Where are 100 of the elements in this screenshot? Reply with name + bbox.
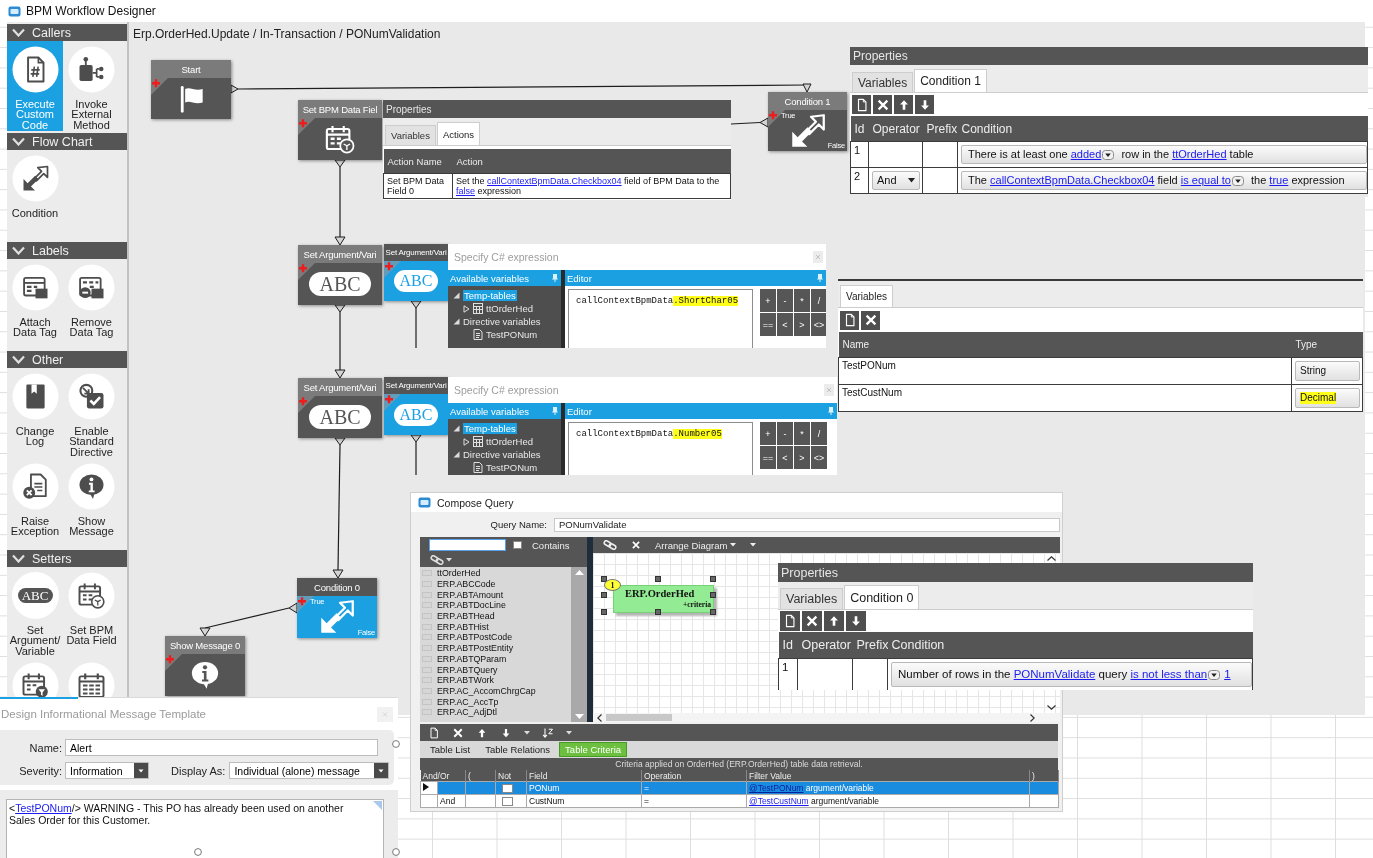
operator-button[interactable]: <>: [811, 313, 826, 336]
section-header[interactable]: Other: [7, 351, 127, 368]
delete-icon[interactable]: [452, 726, 464, 739]
up-arrow-icon[interactable]: [476, 726, 488, 739]
dropdown-icon[interactable]: [1208, 669, 1221, 680]
list-item[interactable]: ttOrderHed: [420, 568, 571, 579]
link[interactable]: is not less than: [1130, 668, 1208, 680]
operator-button[interactable]: /: [811, 289, 826, 312]
link[interactable]: is equal to: [1180, 174, 1231, 186]
link[interactable]: TestPONum: [15, 802, 72, 814]
new-button[interactable]: [852, 95, 871, 114]
operator-button[interactable]: +: [760, 422, 776, 445]
caret-icon[interactable]: [566, 730, 572, 735]
link[interactable]: @TestCustNum: [749, 796, 809, 806]
checkbox[interactable]: [502, 784, 513, 794]
tree-item[interactable]: TestPONum: [448, 461, 561, 474]
tab[interactable]: Variables: [780, 588, 844, 609]
operator-button[interactable]: -: [777, 422, 793, 445]
code-editor[interactable]: callContextBpmData.ShortChar05: [568, 289, 753, 348]
query-name-field[interactable]: PONumValidate: [554, 517, 1060, 532]
list-item[interactable]: ERP.AC_AccomChrgCap: [420, 685, 571, 697]
operator-button[interactable]: >: [794, 446, 810, 469]
checkbox[interactable]: [513, 541, 522, 549]
tab[interactable]: Table Relations: [479, 742, 557, 757]
tree-item[interactable]: Directive variables: [448, 448, 561, 461]
tab[interactable]: Variables: [852, 72, 914, 92]
section-header[interactable]: Setters: [7, 550, 127, 567]
palette-item[interactable]: Enable Standard Directive: [63, 368, 120, 458]
arrange-diagram-button[interactable]: Arrange Diagram: [655, 539, 737, 551]
type-dropdown[interactable]: Decimal: [1295, 388, 1360, 408]
flow-node[interactable]: Start: [151, 60, 231, 119]
section-header[interactable]: Callers: [7, 24, 127, 41]
list-item[interactable]: ERP.ABTPostEntity: [420, 642, 571, 654]
list-item[interactable]: ERP.ABTQuery: [420, 664, 571, 675]
dropdown[interactable]: Individual (alone) message: [229, 762, 390, 779]
tab[interactable]: Actions: [436, 122, 481, 145]
criteria-row[interactable]: PONum = @TestPONum argument/variable: [420, 781, 1059, 795]
delete-button[interactable]: [802, 611, 822, 631]
scroll-down-icon[interactable]: [1047, 705, 1056, 710]
tab[interactable]: Variables: [385, 125, 436, 145]
checkbox[interactable]: [502, 797, 513, 807]
dropdown-icon[interactable]: [1102, 150, 1115, 161]
tree-item[interactable]: ttOrderHed: [448, 435, 561, 448]
flow-node[interactable]: Set Argument/Vari ABC: [384, 377, 448, 435]
operator-button[interactable]: ==: [760, 446, 776, 469]
link[interactable]: 1: [1224, 668, 1231, 680]
condition-text[interactable]: There is at least one added row in the ttOrderHed table: [961, 145, 1367, 164]
search-field[interactable]: [429, 539, 506, 551]
operator-button[interactable]: /: [811, 422, 827, 445]
message-text-area[interactable]: <TestPONum/> WARNING - This PO has already been used on another Sales Order for this Customer.: [6, 799, 384, 858]
operator-button[interactable]: >: [794, 313, 810, 336]
delete-button[interactable]: [873, 95, 892, 114]
tab[interactable]: Variables: [840, 285, 893, 307]
operator-button[interactable]: <>: [811, 446, 827, 469]
move-up-button[interactable]: [894, 95, 913, 114]
dropdown[interactable]: Information: [65, 762, 149, 779]
new-button[interactable]: [780, 611, 800, 631]
palette-item[interactable]: Remove Data Tag: [63, 259, 120, 349]
type-dropdown[interactable]: String: [1295, 361, 1360, 381]
criteria-row[interactable]: And CustNum = @TestCustNum argument/variable: [420, 794, 1059, 808]
list-item[interactable]: ERP.ABTAmount: [420, 589, 571, 601]
list-item[interactable]: ERP.ABTQParam: [420, 653, 571, 665]
tab[interactable]: Table List: [424, 742, 477, 757]
palette-item[interactable]: Show Message: [63, 458, 120, 548]
new-button[interactable]: [840, 310, 859, 330]
palette-item[interactable]: Change Log: [7, 368, 63, 458]
tree-item[interactable]: Directive variables: [448, 315, 561, 328]
flow-node[interactable]: Set Argument/Vari ABC: [298, 245, 382, 305]
operator-button[interactable]: +: [760, 289, 776, 312]
palette-item[interactable]: Attach Data Tag: [7, 259, 63, 349]
resize-handle-icon[interactable]: [194, 848, 202, 856]
flow-node[interactable]: Show Message 0: [165, 636, 245, 696]
caret-icon[interactable]: [524, 730, 530, 735]
text-field[interactable]: Alert: [65, 739, 378, 756]
link[interactable]: callContextBpmData.Checkbox04: [990, 174, 1155, 186]
move-up-button[interactable]: [824, 611, 844, 631]
link[interactable]: callContextBpmData.Checkbox04: [487, 176, 622, 186]
tree-item[interactable]: TestPONum: [448, 328, 561, 341]
dropdown-icon[interactable]: [1231, 176, 1244, 187]
tab[interactable]: Condition 1: [914, 69, 987, 92]
condition-text[interactable]: The callContextBpmData.Checkbox04 field is equal to the true expression: [961, 171, 1367, 190]
operator-button[interactable]: <: [777, 446, 793, 469]
link[interactable]: @TestPONum: [749, 783, 804, 793]
delete-icon[interactable]: [631, 540, 641, 550]
operator-button[interactable]: ==: [760, 313, 776, 336]
link[interactable]: true: [1269, 174, 1289, 186]
palette-item[interactable]: Raise Exception: [7, 458, 63, 548]
link[interactable]: ttOrderHed: [1172, 148, 1227, 160]
down-arrow-icon[interactable]: [500, 726, 512, 739]
chain-link-icon[interactable]: [603, 540, 617, 550]
sort-icon[interactable]: [542, 726, 554, 739]
operator-button[interactable]: -: [777, 289, 793, 312]
list-item[interactable]: ERP.ABTPostCode: [420, 632, 571, 643]
delete-button[interactable]: [861, 310, 880, 330]
list-item[interactable]: ERP.ABCCode: [420, 578, 571, 590]
section-header[interactable]: Flow Chart: [7, 133, 127, 150]
operator-button[interactable]: *: [794, 422, 810, 445]
tab[interactable]: Condition 0: [844, 585, 920, 609]
code-editor[interactable]: callContextBpmData.Number05: [568, 422, 753, 475]
palette-item[interactable]: Condition: [7, 150, 63, 240]
